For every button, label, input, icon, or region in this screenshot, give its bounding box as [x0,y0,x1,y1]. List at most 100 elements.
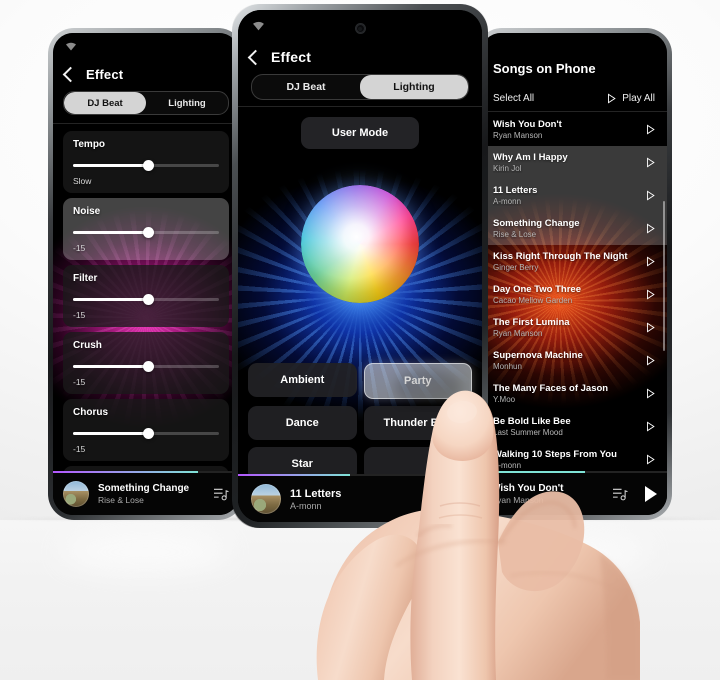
tab-dj-beat[interactable]: DJ Beat [64,92,146,114]
list-scrollbar[interactable] [663,201,665,351]
mode-button-dance[interactable]: Dance [248,406,357,440]
list-item[interactable]: Why Am I Happy Kirin Jol [481,146,667,179]
list-item[interactable]: Wish You Don't Ryan Manson [481,113,667,146]
effect-card-noise[interactable]: Noise -15 [63,198,229,260]
album-art [63,481,89,507]
playlist-queue-icon[interactable] [213,487,229,501]
play-button[interactable] [645,486,657,502]
phone-left-dj-beat: Effect DJ Beat Lighting Tempo Slow Noise… [48,28,244,520]
slider-fill [73,164,149,167]
phone-center-lighting: Effect DJ Beat Lighting User Mode Ambien… [232,4,488,528]
now-playing-title: Wish You Don't [491,483,564,494]
list-item[interactable]: 11 Letters A-monn [481,179,667,212]
now-playing-artist: Rise & Lose [98,495,144,505]
song-list: Wish You Don't Ryan Manson Why Am I Happy… [481,113,667,476]
list-item[interactable]: Be Bold Like Bee Last Summer Mood [481,410,667,443]
appbar-divider [238,106,482,107]
album-art [251,484,281,514]
tab-lighting[interactable]: Lighting [360,75,468,99]
slider-thumb[interactable] [143,361,155,372]
song-artist: A-monn [493,461,522,470]
color-wheel-picker[interactable] [301,185,419,303]
app-bar: Effect [238,43,482,71]
effect-label: Tempo [73,139,106,150]
effect-tab-switch[interactable]: DJ Beat Lighting [63,91,229,115]
effect-slider[interactable] [73,294,219,305]
play-outline-icon[interactable] [646,388,655,399]
phone-screen: Effect DJ Beat Lighting User Mode Ambien… [238,10,482,522]
song-artist: A-monn [493,197,522,206]
status-bar [481,39,667,55]
mode-button-ambient[interactable]: Ambient [248,363,357,397]
play-outline-icon[interactable] [646,322,655,333]
effect-slider[interactable] [73,227,219,238]
song-artist: Y.Moo [493,395,516,404]
song-artist: Ryan Manson [493,329,543,338]
list-item[interactable]: Supernova Machine Monhun [481,344,667,377]
list-item[interactable]: Something Change Rise & Lose [481,212,667,245]
effect-slider[interactable] [73,428,219,439]
play-outline-icon[interactable] [646,454,655,465]
tab-dj-beat[interactable]: DJ Beat [252,75,360,99]
play-outline-icon[interactable] [646,355,655,366]
playlist-queue-icon[interactable] [612,487,628,501]
song-title: Walking 10 Steps From You [493,449,617,460]
page-title: Effect [271,49,312,65]
wifi-icon [66,42,76,51]
effect-slider[interactable] [73,160,219,171]
song-title: The First Lumina [493,317,570,328]
effect-card-chorus[interactable]: Chorus -15 [63,399,229,461]
effect-tab-switch[interactable]: DJ Beat Lighting [251,74,469,100]
effect-card-tempo[interactable]: Tempo Slow [63,131,229,193]
play-outline-icon[interactable] [646,289,655,300]
slider-thumb[interactable] [143,227,155,238]
effect-label: Filter [73,273,98,284]
effect-value: -15 [73,444,86,454]
tab-lighting[interactable]: Lighting [146,92,228,114]
list-item[interactable]: Kiss Right Through The Night Ginger Berry [481,245,667,278]
song-title: Day One Two Three [493,284,581,295]
user-mode-button[interactable]: User Mode [301,117,419,149]
lighting-mode-grid: Ambient Party Dance Thunder Bolt Star [248,363,472,481]
slider-thumb[interactable] [143,294,155,305]
select-all-button[interactable]: Select All [493,93,534,104]
page-title: Effect [86,66,124,82]
now-playing-bar[interactable]: Something Change Rise & Lose [53,471,239,515]
song-artist: Ryan Manson [493,131,543,140]
mode-button-party[interactable]: Party [363,363,472,399]
effect-card-filter[interactable]: Filter -15 [63,265,229,327]
mode-button-thunder-bolt[interactable]: Thunder Bolt [363,406,472,440]
play-outline-icon[interactable] [646,157,655,168]
play-outline-icon[interactable] [646,223,655,234]
play-all-label: Play All [622,92,655,104]
effect-card-crush[interactable]: Crush -15 [63,332,229,394]
play-outline-icon[interactable] [646,124,655,135]
play-button[interactable] [457,491,469,507]
song-title: Why Am I Happy [493,152,568,163]
play-outline-icon[interactable] [646,256,655,267]
list-item[interactable]: Day One Two Three Cacao Mellow Garden [481,278,667,311]
play-outline-icon[interactable] [646,190,655,201]
wifi-icon [253,21,264,31]
slider-thumb[interactable] [143,160,155,171]
back-chevron-icon[interactable] [247,49,264,65]
effect-value: Slow [73,176,92,186]
play-all-button[interactable]: Play All [607,93,655,104]
phone-screen: Effect DJ Beat Lighting Tempo Slow Noise… [53,33,239,515]
effect-slider[interactable] [73,361,219,372]
slider-thumb[interactable] [143,428,155,439]
back-chevron-icon[interactable] [62,66,79,82]
song-title: The Many Faces of Jason [493,383,609,394]
effect-value: -15 [73,377,86,387]
list-item[interactable]: The Many Faces of Jason Y.Moo [481,377,667,410]
play-outline-icon[interactable] [646,421,655,432]
now-playing-bar[interactable]: Wish You Don't Ryan Manson [481,471,667,515]
now-playing-title: 11 Letters [290,487,342,500]
list-item[interactable]: The First Lumina Ryan Manson [481,311,667,344]
now-playing-bar[interactable]: 11 Letters A-monn [238,474,482,522]
song-title: Kiss Right Through The Night [493,251,628,262]
app-bar: Effect [53,57,239,91]
user-mode-label: User Mode [331,127,389,139]
effect-label: Chorus [73,407,108,418]
song-artist: Kirin Jol [493,164,522,173]
